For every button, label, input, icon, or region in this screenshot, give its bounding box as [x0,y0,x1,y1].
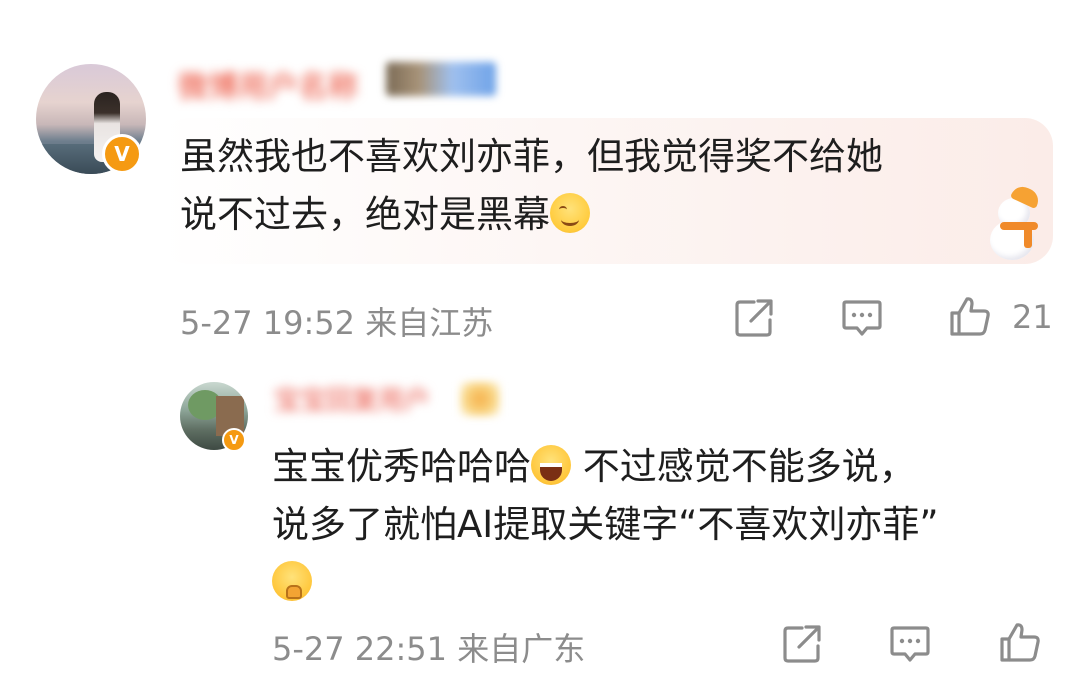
comment-text-line: 说不过去，绝对是黑幕 [180,186,1000,244]
like-icon[interactable] [948,294,992,338]
comment-text: 虽然我也不喜欢刘亦菲，但我觉得奖不给她 说不过去，绝对是黑幕 [180,128,1000,244]
comment-icon[interactable] [840,296,884,340]
reply-text-segment: 宝宝优秀哈哈哈 [272,445,531,488]
thinking-face-emoji-icon [272,561,312,601]
verified-badge-icon: V [102,134,142,174]
snowman-scarf-tail [1024,226,1032,248]
comment-text-segment: 说不过去，绝对是黑幕 [180,193,550,236]
reply-username[interactable]: 宝宝回复用户 [274,380,430,417]
comment-date: 5-27 19:52 [180,304,356,342]
username[interactable]: 微博用户名称 [178,62,358,106]
reply-text-line: 说多了就怕AI提取关键字“不喜欢刘亦菲” [272,503,939,546]
comment-text-line: 虽然我也不喜欢刘亦菲，但我觉得奖不给她 [180,135,883,178]
comment-location: 来自江苏 [365,304,494,342]
comment-icon[interactable] [888,622,932,666]
comment-meta: 5-27 19:52 来自江苏 [180,298,493,344]
share-icon[interactable] [732,296,776,340]
reply-meta: 5-27 22:51 来自广东 [272,624,585,670]
user-badge-icon [386,62,496,96]
snowman-scarf [1000,222,1038,230]
verified-badge-icon: V [222,428,246,452]
reply-text-line [272,554,1062,612]
snowman-decoration-icon [982,182,1052,264]
reply-text: 宝宝优秀哈哈哈 不过感觉不能多说， 说多了就怕AI提取关键字“不喜欢刘亦菲” [272,438,1062,612]
share-icon[interactable] [780,622,824,666]
user-badge-icon [460,382,500,416]
reply-date: 5-27 22:51 [272,630,448,668]
reply-location: 来自广东 [457,630,586,668]
reply-text-segment: 不过感觉不能多说， [571,445,916,488]
like-count: 21 [1012,298,1053,336]
laughing-face-emoji-icon [531,445,571,485]
like-icon[interactable] [998,620,1042,664]
reply-text-line: 宝宝优秀哈哈哈 不过感觉不能多说， [272,438,1062,496]
smiling-face-emoji-icon [550,193,590,233]
